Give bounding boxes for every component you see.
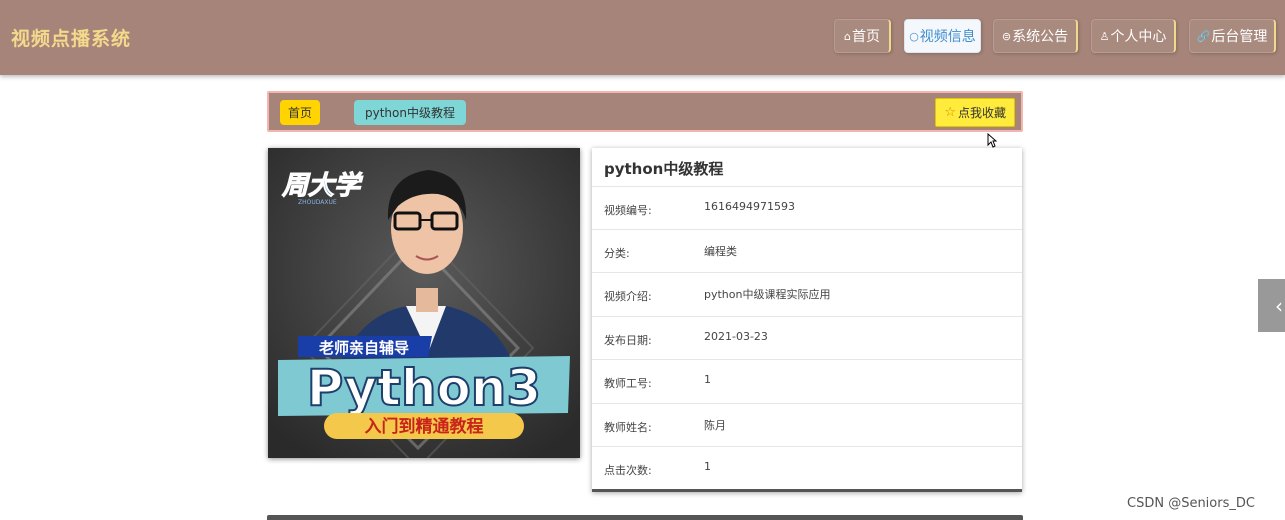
favorite-button-label: 点我收藏 [957,106,1006,120]
info-row-teacher-id: 教师工号: 1 [592,359,1022,403]
content-section-edge [267,515,1023,520]
info-value: 2021-03-23 [704,330,768,343]
favorite-button[interactable]: ☆ 点我收藏 [935,98,1015,127]
video-thumbnail[interactable]: 老师亲自辅导 Python3 入门到精通教程 周大学 ZHOUDAXUE [268,148,580,458]
info-value: 编程类 [704,245,737,258]
info-row-click-count: 点击次数: 1 [592,446,1022,490]
nav-video-info-label: 视频信息 [919,29,976,45]
info-value: 1616494971593 [704,200,795,213]
nav-personal-center[interactable]: ♙ 个人中心 [1091,19,1176,53]
circle-icon: ○ [909,29,919,43]
chevron-left-icon: ‹ [1275,293,1283,318]
svg-text:周大学: 周大学 [281,171,364,201]
video-title: python中级教程 [604,160,724,178]
nav-home-label: 首页 [851,29,880,45]
breadcrumb-home[interactable]: 首页 [280,100,321,125]
info-key: 分类: [604,247,630,260]
side-drawer-toggle[interactable]: ‹ [1258,279,1285,332]
thumbnail-artwork: 老师亲自辅导 Python3 入门到精通教程 周大学 ZHOUDAXUE [268,148,580,458]
breadcrumb-bar: 首页 python中级教程 ☆ 点我收藏 [267,91,1023,132]
thumbnail-tag-text: 老师亲自辅导 [318,339,409,357]
info-key: 教师姓名: [604,421,652,434]
info-value: python中级课程实际应用 [704,288,831,301]
info-key: 教师工号: [604,377,652,390]
info-row-video-id: 视频编号: 1616494971593 [592,186,1022,230]
info-value: 1 [704,460,711,473]
nav-admin[interactable]: 🔗 后台管理 [1189,19,1276,53]
watermark: CSDN @Seniors_DC [1127,496,1255,511]
info-row-teacher-name: 教师姓名: 陈月 [592,403,1022,447]
nav-admin-label: 后台管理 [1211,29,1268,45]
link-icon: 🔗 [1196,29,1211,43]
star-icon: ☆ [944,105,956,120]
info-row-publish-date: 发布日期: 2021-03-23 [592,316,1022,360]
info-row-category: 分类: 编程类 [592,229,1022,273]
nav-announcements-label: 系统公告 [1012,29,1069,45]
notice-icon: ⊜ [1001,29,1012,43]
svg-text:ZHOUDAXUE: ZHOUDAXUE [298,199,337,206]
info-key: 点击次数: [604,464,652,477]
nav-video-info[interactable]: ○ 视频信息 [904,19,981,53]
info-value: 陈月 [704,419,726,432]
breadcrumb-current: python中级教程 [354,100,466,125]
video-info-panel: python中级教程 视频编号: 1616494971593 分类: 编程类 视… [592,148,1022,492]
site-brand[interactable]: 视频点播系统 [11,24,131,51]
home-icon: ⌂ [844,29,851,43]
info-key: 发布日期: [604,334,652,347]
thumbnail-logo: 周大学 ZHOUDAXUE [281,171,365,207]
top-navbar: 视频点播系统 ⌂ 首页 ○ 视频信息 ⊜ 系统公告 ♙ 个人中心 🔗 后台管理 [0,0,1285,75]
thumbnail-sub-text: 入门到精通教程 [365,416,484,437]
info-key: 视频介绍: [604,290,652,303]
info-row-description: 视频介绍: python中级课程实际应用 [592,272,1022,316]
mouse-cursor-icon [987,133,997,148]
nav-home[interactable]: ⌂ 首页 [834,19,891,53]
nav-personal-center-label: 个人中心 [1110,29,1167,45]
info-value: 1 [704,373,711,386]
thumbnail-big-text: Python3 [307,359,541,417]
nav-announcements[interactable]: ⊜ 系统公告 [993,19,1078,53]
user-icon: ♙ [1099,29,1110,43]
info-key: 视频编号: [604,204,652,217]
